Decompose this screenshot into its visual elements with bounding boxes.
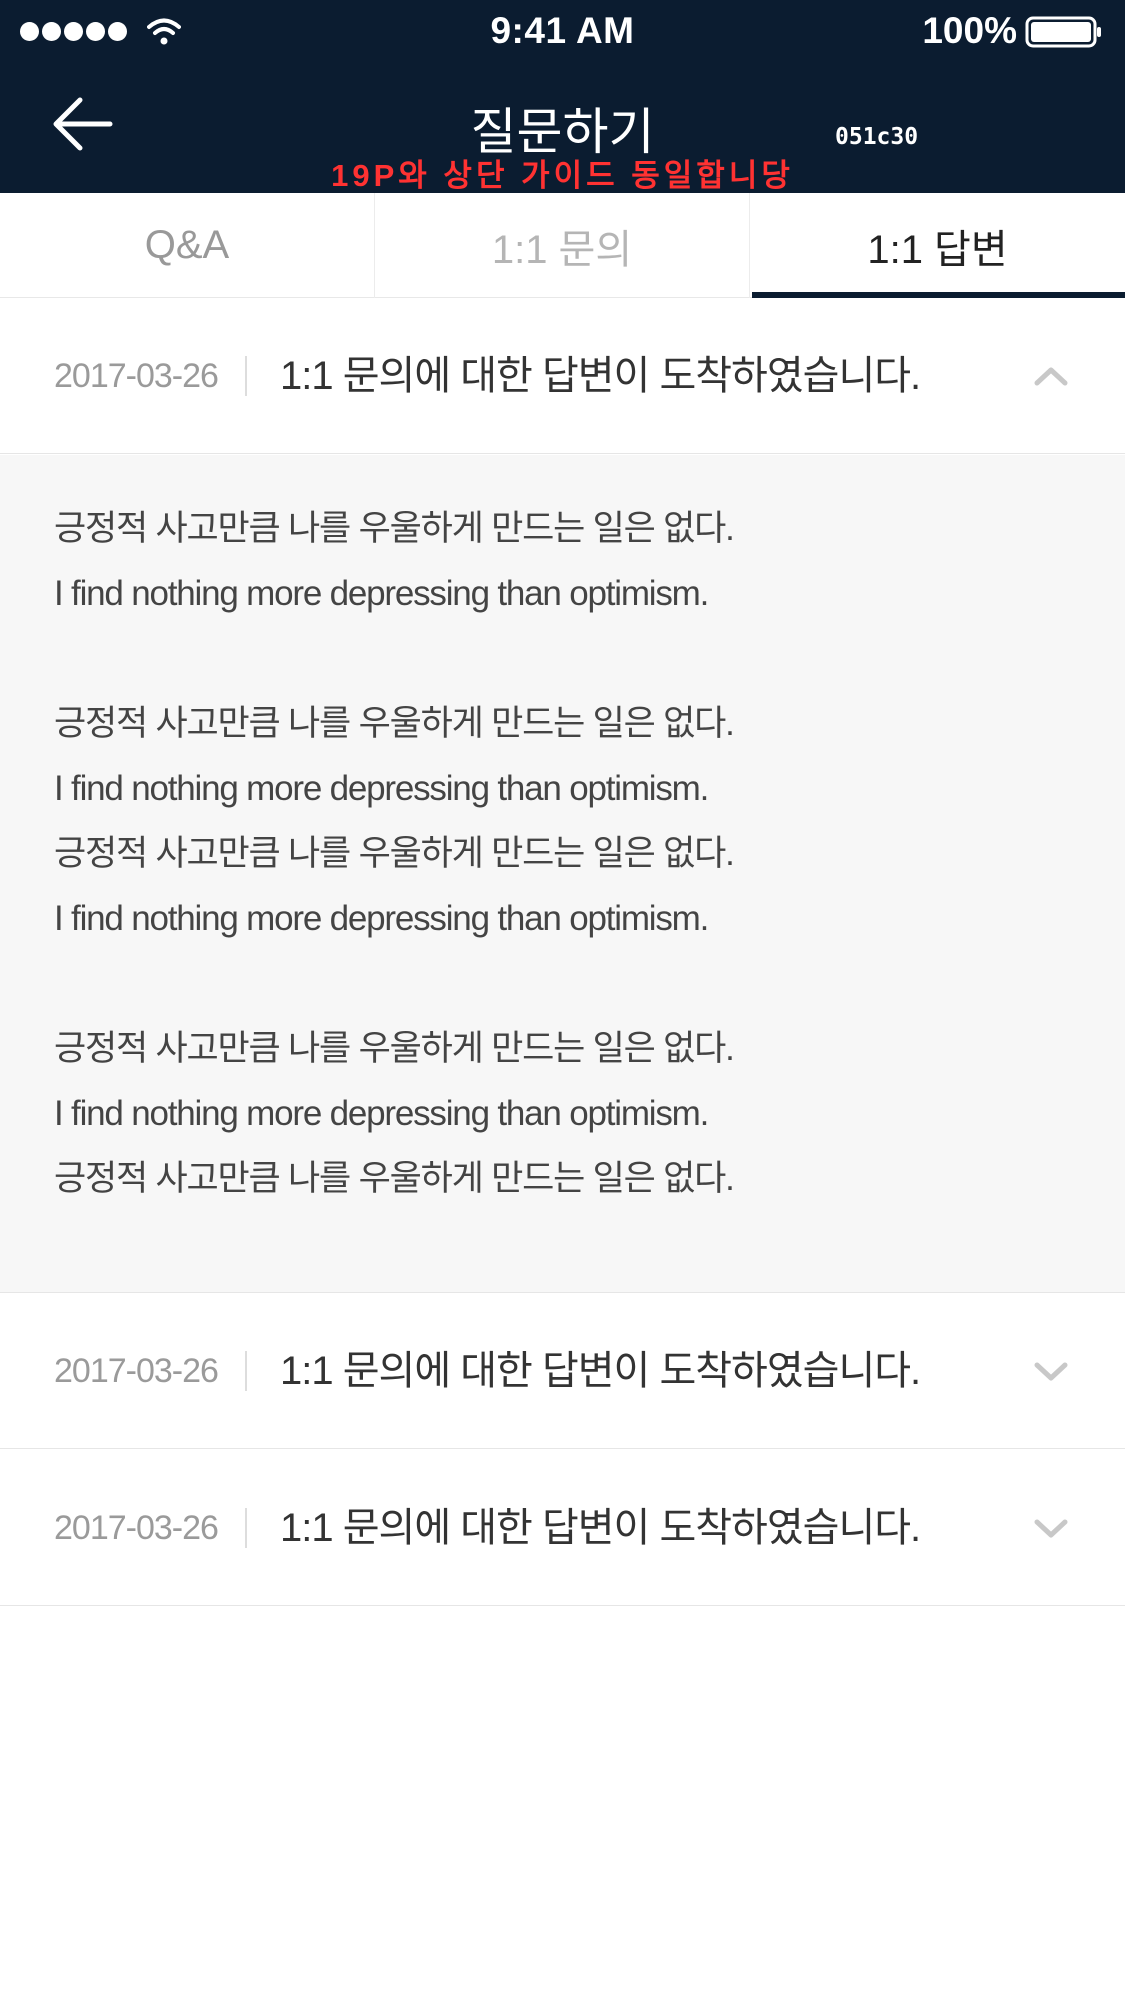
answer-subject: 1:1 문의에 대한 답변이 도착하였습니다. — [280, 354, 921, 398]
answer-line: 긍정적 사고만큼 나를 우울하게 만드는 일은 없다. — [54, 1159, 735, 1198]
divider — [245, 1508, 247, 1548]
tab-answers[interactable]: 1:1 답변 — [750, 193, 1125, 299]
tab-inquiry[interactable]: 1:1 문의 — [375, 193, 750, 298]
answer-date: 2017-03-26 — [54, 1509, 219, 1547]
answer-line: 긍정적 사고만큼 나를 우울하게 만드는 일은 없다. — [54, 834, 735, 873]
answer-line: 긍정적 사고만큼 나를 우울하게 만드는 일은 없다. — [54, 704, 735, 743]
chevron-up-icon[interactable] — [1033, 362, 1069, 390]
divider — [245, 356, 247, 396]
answer-date: 2017-03-26 — [54, 1352, 219, 1390]
answer-item-header[interactable]: 2017-03-26 1:1 문의에 대한 답변이 도착하였습니다. — [0, 1450, 1125, 1606]
nav-bar: 질문하기 051c30 19P와 상단 가이드 동일합니당 — [0, 62, 1125, 193]
battery-percent: 100% — [922, 10, 1017, 51]
answer-subject: 1:1 문의에 대한 답변이 도착하였습니다. — [280, 1349, 921, 1393]
answer-item-header[interactable]: 2017-03-26 1:1 문의에 대한 답변이 도착하였습니다. — [0, 1293, 1125, 1449]
answer-line: I find nothing more depressing than opti… — [54, 899, 709, 938]
answer-item-header[interactable]: 2017-03-26 1:1 문의에 대한 답변이 도착하였습니다. — [0, 298, 1125, 454]
answer-date: 2017-03-26 — [54, 357, 219, 395]
answer-gap — [54, 626, 1125, 691]
tab-qna[interactable]: Q&A — [0, 193, 375, 298]
answer-gap — [54, 951, 1125, 1016]
answer-line: I find nothing more depressing than opti… — [54, 769, 709, 808]
guide-annotation: 19P와 상단 가이드 동일합니당 — [331, 158, 794, 193]
answer-line: 긍정적 사고만큼 나를 우울하게 만드는 일은 없다. — [54, 1029, 735, 1068]
answer-subject: 1:1 문의에 대한 답변이 도착하였습니다. — [280, 1506, 921, 1550]
answer-body: 긍정적 사고만큼 나를 우울하게 만드는 일은 없다. I find nothi… — [0, 455, 1125, 1293]
chevron-down-icon[interactable] — [1033, 1514, 1069, 1542]
divider — [245, 1351, 247, 1391]
answer-line: 긍정적 사고만큼 나를 우울하게 만드는 일은 없다. — [54, 509, 735, 548]
app-header: 9:41 AM 100% 질문하기 051c30 19P와 상단 가이드 동일합… — [0, 0, 1125, 193]
chevron-down-icon[interactable] — [1033, 1357, 1069, 1385]
answer-line: I find nothing more depressing than opti… — [54, 1094, 709, 1133]
battery-icon — [1025, 16, 1101, 48]
color-code-note: 051c30 — [835, 124, 919, 150]
answer-line: I find nothing more depressing than opti… — [54, 574, 709, 613]
status-bar: 9:41 AM 100% — [0, 0, 1125, 62]
tab-bar: Q&A 1:1 문의 1:1 답변 — [0, 193, 1125, 299]
